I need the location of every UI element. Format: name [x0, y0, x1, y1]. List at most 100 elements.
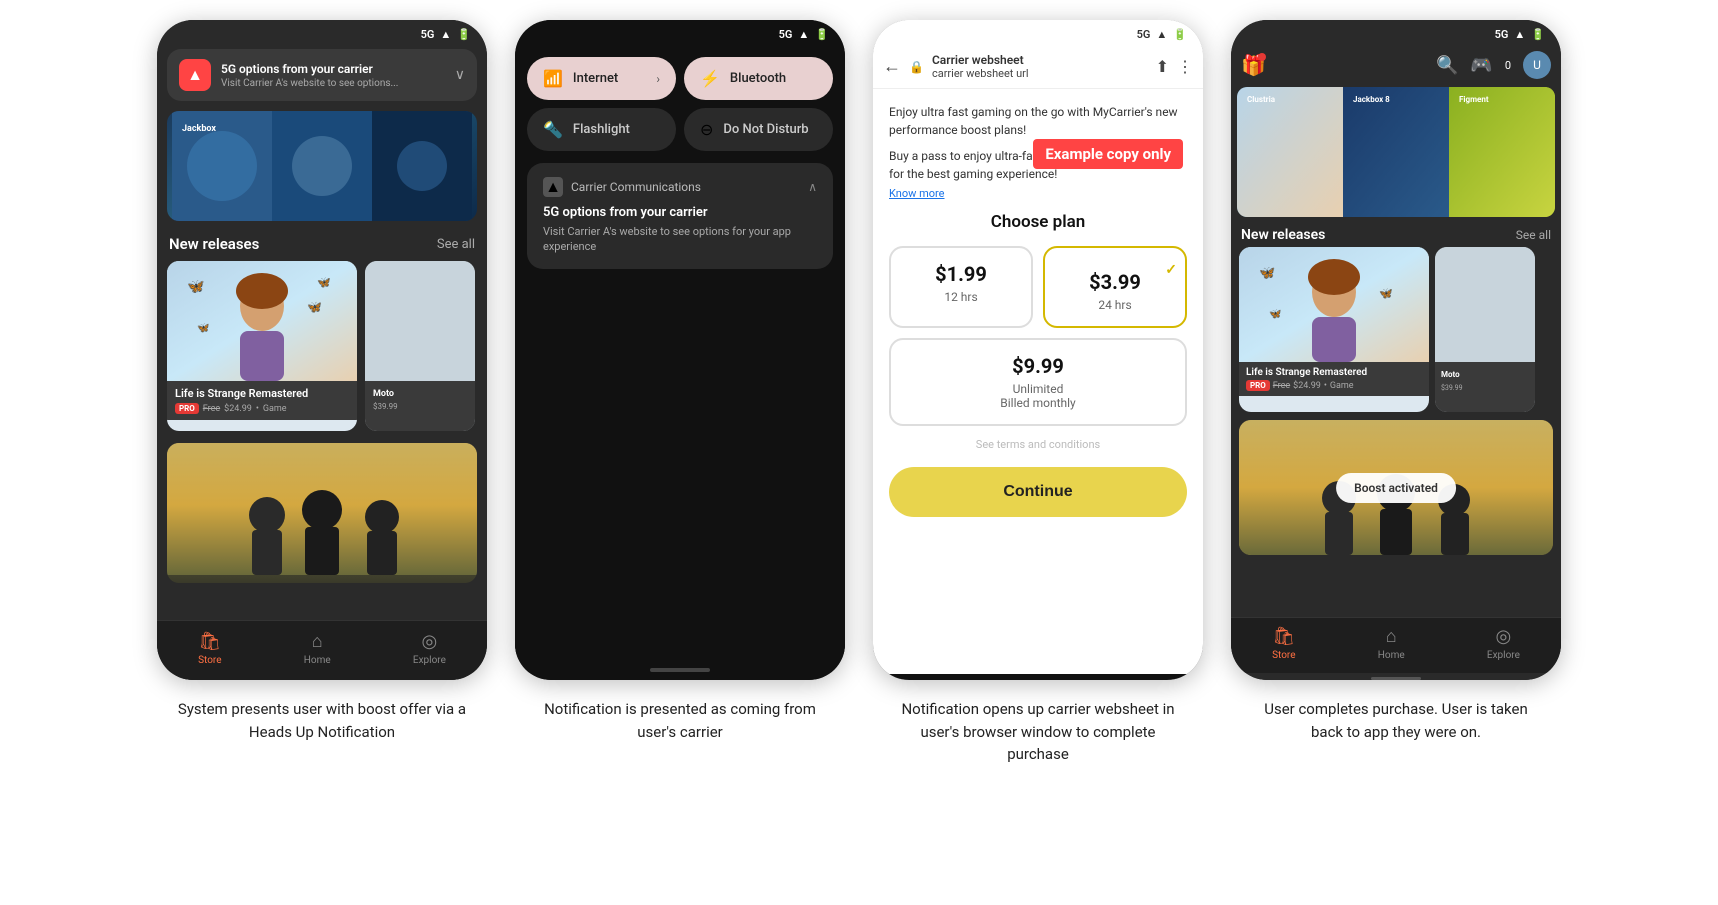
s4-home-label: Home — [1378, 650, 1405, 661]
s4-store-label: Store — [1272, 650, 1295, 661]
game-cards-row: 🦋 🦋 🦋 🦋 Life is Strange Remastered PRO F… — [157, 257, 487, 435]
svg-text:🦋: 🦋 — [317, 276, 331, 289]
top-banner: Jackbox — [167, 111, 477, 221]
qs-dnd[interactable]: ⊖ Do Not Disturb — [684, 108, 833, 151]
nav-store-label-1: Store — [198, 655, 221, 666]
svg-text:Figment: Figment — [1459, 95, 1489, 104]
plan-3-99[interactable]: ✓ $3.99 24 hrs — [1043, 246, 1187, 328]
see-all-button[interactable]: See all — [437, 237, 475, 252]
svg-text:🦋: 🦋 — [187, 279, 205, 295]
svg-text:🦋: 🦋 — [1259, 266, 1275, 281]
plan2-price: $3.99 — [1053, 270, 1177, 294]
s4-see-all-button[interactable]: See all — [1516, 228, 1551, 242]
s4-explore-label: Explore — [1487, 650, 1520, 661]
terms-text[interactable]: See terms and conditions — [889, 438, 1187, 451]
screen4-content: 5G ▲ 🔋 🎁 🔍 🎮 0 — [1231, 20, 1561, 680]
hud-expand-icon[interactable]: ∨ — [455, 67, 465, 83]
game-card-lis[interactable]: 🦋 🦋 🦋 🦋 Life is Strange Remastered PRO F… — [167, 261, 357, 431]
screen1-container: 5G ▲ 🔋 ▲ 5G options from your carrier Vi… — [157, 20, 487, 743]
status-bar-3: 5G ▲ 🔋 — [873, 20, 1203, 45]
s4-game-card-moto[interactable]: Moto $39.99 — [1435, 247, 1535, 412]
s4-nav-store[interactable]: 🛍 Store — [1272, 626, 1295, 661]
svg-text:🦋: 🦋 — [1269, 309, 1282, 320]
plan-1-99[interactable]: $1.99 12 hrs — [889, 246, 1033, 328]
pro-badge: PRO — [175, 403, 199, 414]
plan1-price: $1.99 — [899, 262, 1023, 286]
plan1-duration: 12 hrs — [899, 290, 1023, 304]
signal-icon-2: ▲ — [798, 28, 809, 41]
s4-topbar: 🎁 🔍 🎮 0 U — [1231, 45, 1561, 83]
battery-icon: 🔋 — [457, 28, 471, 41]
genre: Game — [263, 404, 287, 414]
flashlight-icon: 🔦 — [543, 120, 563, 139]
notif-title: 5G options from your carrier — [543, 205, 817, 220]
s4-nav-explore[interactable]: ◎ Explore — [1487, 626, 1520, 661]
s4-pro-badge: PRO — [1246, 380, 1270, 391]
second-banner — [167, 443, 477, 583]
screen3-container: 5G ▲ 🔋 ← 🔒 Carrier websheet carrier webs… — [873, 20, 1203, 766]
know-more-link[interactable]: Know more — [889, 187, 1187, 200]
hud-text: 5G options from your carrier Visit Carri… — [221, 62, 445, 89]
user-avatar[interactable]: U — [1523, 51, 1551, 79]
caption-3: Notification opens up carrier websheet i… — [893, 698, 1183, 766]
search-icon-4[interactable]: 🔍 — [1436, 55, 1458, 76]
s4-store-icon: 🛍 — [1272, 626, 1295, 647]
wifi-icon: 📶 — [543, 69, 563, 88]
caption-2: Notification is presented as coming from… — [535, 698, 825, 743]
notif-header: ▲ Carrier Communications ∧ — [543, 177, 817, 197]
hud-title: 5G options from your carrier — [221, 62, 445, 76]
s4-banner: Clustria Jackbox 8 Figment — [1237, 87, 1555, 217]
gift-notification[interactable]: 🎁 — [1241, 53, 1266, 77]
nav-explore-1[interactable]: ◎ Explore — [413, 631, 446, 666]
screen2-content: 5G ▲ 🔋 📶 Internet › ⚡ Bluetooth — [515, 20, 845, 680]
unlimited-sub: Billed monthly — [899, 396, 1177, 410]
qs-arrow-icon: › — [656, 72, 660, 86]
badge-row-lis: PRO Free $24.99 • Game — [175, 403, 349, 414]
nav-home-1[interactable]: ⌂ Home — [304, 631, 331, 666]
unlimited-label: Unlimited — [899, 382, 1177, 396]
s4-nav-home[interactable]: ⌂ Home — [1378, 626, 1405, 661]
s4-game-card-lis[interactable]: 🦋 🦋 🦋 Life is Strange Remastered PRO Fre… — [1239, 247, 1429, 412]
qs-bluetooth[interactable]: ⚡ Bluetooth — [684, 57, 833, 100]
notif-collapse-icon[interactable]: ∧ — [808, 180, 817, 194]
browser-site-name: Carrier websheet — [932, 53, 1148, 67]
controller-icon[interactable]: 🎮 — [1470, 55, 1492, 76]
qs-internet-label: Internet — [573, 71, 618, 86]
screen2-dark-area — [515, 273, 845, 660]
home-icon-1: ⌂ — [312, 631, 323, 652]
game-card-moto[interactable]: Moto $39.99 — [365, 261, 475, 431]
screen3-frame: 5G ▲ 🔋 ← 🔒 Carrier websheet carrier webs… — [873, 20, 1203, 680]
s4-free-label: Free — [1273, 381, 1290, 391]
battery-icon-4: 🔋 — [1531, 28, 1545, 41]
carrier-notification[interactable]: ▲ Carrier Communications ∧ 5G options fr… — [527, 163, 833, 269]
friend-count: 0 — [1505, 59, 1511, 72]
back-button[interactable]: ← — [883, 56, 901, 77]
signal-icon-4: ▲ — [1514, 28, 1525, 41]
svg-text:Moto: Moto — [373, 389, 394, 399]
s4-bottom-nav: 🛍 Store ⌂ Home ◎ Explore — [1231, 617, 1561, 673]
s4-left-icons: 🎁 — [1241, 53, 1266, 77]
screen4-frame: 5G ▲ 🔋 🎁 🔍 🎮 0 — [1231, 20, 1561, 680]
screens-row: 5G ▲ 🔋 ▲ 5G options from your carrier Vi… — [157, 20, 1561, 766]
home-indicator-4 — [1371, 677, 1421, 680]
nav-store-1[interactable]: 🛍 Store — [198, 631, 221, 666]
banner-game-art: Jackbox — [167, 111, 477, 221]
more-options-icon[interactable]: ⋮ — [1177, 57, 1193, 76]
status-5g: 5G — [421, 28, 435, 41]
plan-unlimited[interactable]: $9.99 Unlimited Billed monthly — [889, 338, 1187, 426]
status-bar-1: 5G ▲ 🔋 — [157, 20, 487, 45]
hud-notification[interactable]: ▲ 5G options from your carrier Visit Car… — [167, 49, 477, 101]
game-title-lis: Life is Strange Remastered — [175, 387, 349, 400]
share-icon[interactable]: ⬆ — [1156, 57, 1169, 76]
qs-flashlight[interactable]: 🔦 Flashlight — [527, 108, 676, 151]
continue-button[interactable]: Continue — [889, 467, 1187, 517]
caption-1: System presents user with boost offer vi… — [177, 698, 467, 743]
game-card-img-lis: 🦋 🦋 🦋 🦋 — [167, 261, 357, 381]
free-label: Free — [203, 404, 220, 414]
plan-options-row: $1.99 12 hrs ✓ $3.99 24 hrs — [889, 246, 1187, 328]
status-bar-2: 5G ▲ 🔋 — [515, 20, 845, 45]
bottom-nav-1: 🛍 Store ⌂ Home ◎ Explore — [157, 620, 487, 680]
qs-internet[interactable]: 📶 Internet › — [527, 57, 676, 100]
separator: • — [256, 404, 259, 414]
svg-text:Jackbox 8: Jackbox 8 — [1353, 95, 1390, 104]
